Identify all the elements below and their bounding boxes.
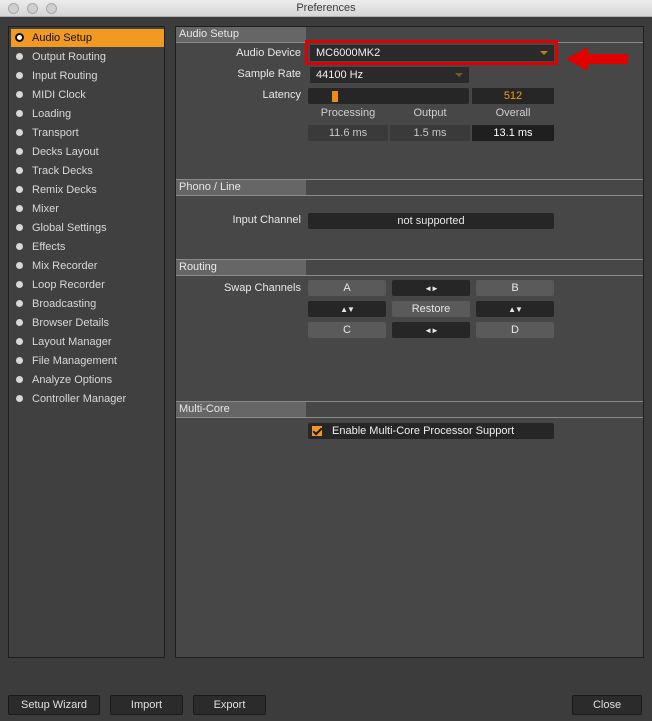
latency-label: Latency (262, 89, 301, 101)
channel-d-button[interactable]: D (476, 322, 554, 338)
bullet-icon (16, 319, 23, 326)
bullet-icon (16, 243, 23, 250)
preferences-sidebar: Audio Setup Output Routing Input Routing… (8, 26, 165, 658)
swap-bd-button[interactable]: ▲▼ (476, 301, 554, 317)
bullet-icon (16, 91, 23, 98)
swap-ac-button[interactable]: ▲▼ (308, 301, 386, 317)
bullet-icon (16, 167, 23, 174)
sidebar-item-mix-recorder[interactable]: Mix Recorder (11, 257, 164, 275)
sidebar-item-input-routing[interactable]: Input Routing (11, 67, 164, 85)
overall-latency-value: 13.1 ms (472, 125, 554, 141)
sidebar-item-mixer[interactable]: Mixer (11, 200, 164, 218)
sidebar-item-audio-setup[interactable]: Audio Setup (11, 29, 164, 47)
bullet-icon (16, 110, 23, 117)
latency-slider-handle[interactable] (332, 91, 338, 102)
bullet-icon (16, 376, 23, 383)
section-heading-phono-line: Phono / Line (176, 180, 306, 195)
bullet-icon (16, 357, 23, 364)
dropdown-arrow-icon (455, 73, 463, 77)
sidebar-item-layout-manager[interactable]: Layout Manager (11, 333, 164, 351)
input-channel-label: Input Channel (232, 214, 302, 226)
sidebar-item-effects[interactable]: Effects (11, 238, 164, 256)
input-channel-field: not supported (308, 213, 554, 229)
sample-rate-dropdown[interactable]: 44100 Hz (310, 67, 469, 83)
bullet-icon (16, 395, 23, 402)
section-heading-multi-core: Multi-Core (176, 402, 306, 417)
sidebar-item-loop-recorder[interactable]: Loop Recorder (11, 276, 164, 294)
swap-horizontal-icon: ◄► (424, 284, 439, 293)
sidebar-item-controller-manager[interactable]: Controller Manager (11, 390, 164, 408)
processing-latency-value: 11.6 ms (308, 125, 388, 141)
bullet-icon (16, 72, 23, 79)
restore-button[interactable]: Restore (392, 301, 470, 317)
swap-horizontal-icon: ◄► (424, 326, 439, 335)
close-button[interactable]: Close (572, 695, 642, 715)
channel-c-button[interactable]: C (308, 322, 386, 338)
swap-vertical-icon: ▲▼ (340, 305, 355, 314)
multicore-checkbox-row[interactable]: Enable Multi-Core Processor Support (308, 423, 554, 439)
annotation-arrow-icon (566, 47, 628, 71)
sidebar-item-file-management[interactable]: File Management (11, 352, 164, 370)
multicore-checkbox[interactable] (312, 426, 322, 436)
bullet-icon (16, 205, 23, 212)
import-button[interactable]: Import (110, 695, 183, 715)
sidebar-item-broadcasting[interactable]: Broadcasting (11, 295, 164, 313)
processing-column-header: Processing (320, 107, 376, 119)
setup-wizard-button[interactable]: Setup Wizard (8, 695, 100, 715)
bullet-icon (16, 53, 23, 60)
sample-rate-value: 44100 Hz (316, 69, 364, 81)
latency-slider[interactable] (308, 88, 469, 104)
bullet-icon (16, 224, 23, 231)
sidebar-item-decks-layout[interactable]: Decks Layout (11, 143, 164, 161)
window-titlebar: Preferences (0, 0, 652, 17)
sidebar-item-analyze-options[interactable]: Analyze Options (11, 371, 164, 389)
section-divider (176, 417, 643, 418)
bullet-icon (16, 300, 23, 307)
section-divider (176, 195, 643, 196)
section-divider (176, 275, 643, 276)
sidebar-item-browser-details[interactable]: Browser Details (11, 314, 164, 332)
sidebar-item-transport[interactable]: Transport (11, 124, 164, 142)
swap-ab-button[interactable]: ◄► (392, 280, 470, 296)
preferences-content: Audio Setup Output Routing Input Routing… (0, 17, 652, 721)
sidebar-item-global-settings[interactable]: Global Settings (11, 219, 164, 237)
bullet-icon (16, 129, 23, 136)
channel-b-button[interactable]: B (476, 280, 554, 296)
section-heading-routing: Routing (176, 260, 306, 275)
radio-dot-icon (15, 33, 24, 42)
overall-column-header: Overall (495, 107, 531, 119)
multicore-checkbox-label: Enable Multi-Core Processor Support (332, 425, 515, 437)
bullet-icon (16, 186, 23, 193)
sidebar-item-midi-clock[interactable]: MIDI Clock (11, 86, 164, 104)
output-latency-value: 1.5 ms (390, 125, 470, 141)
window-title: Preferences (296, 2, 356, 14)
audio-device-label: Audio Device (236, 47, 301, 59)
sidebar-item-track-decks[interactable]: Track Decks (11, 162, 164, 180)
settings-panel: Audio Setup Audio Device MC6000MK2 Sampl… (175, 26, 644, 658)
bullet-icon (16, 262, 23, 269)
bullet-icon (16, 148, 23, 155)
sample-rate-label: Sample Rate (237, 68, 301, 80)
export-button[interactable]: Export (193, 695, 266, 715)
swap-cd-button[interactable]: ◄► (392, 322, 470, 338)
sidebar-item-remix-decks[interactable]: Remix Decks (11, 181, 164, 199)
section-heading-audio-setup: Audio Setup (176, 27, 306, 42)
bullet-icon (16, 281, 23, 288)
sidebar-item-loading[interactable]: Loading (11, 105, 164, 123)
bullet-icon (16, 338, 23, 345)
annotation-highlight-box (305, 40, 558, 65)
swap-vertical-icon: ▲▼ (508, 305, 523, 314)
sidebar-item-output-routing[interactable]: Output Routing (11, 48, 164, 66)
output-column-header: Output (413, 107, 447, 119)
channel-a-button[interactable]: A (308, 280, 386, 296)
latency-value: 512 (472, 88, 554, 104)
swap-channels-label: Swap Channels (223, 282, 301, 294)
